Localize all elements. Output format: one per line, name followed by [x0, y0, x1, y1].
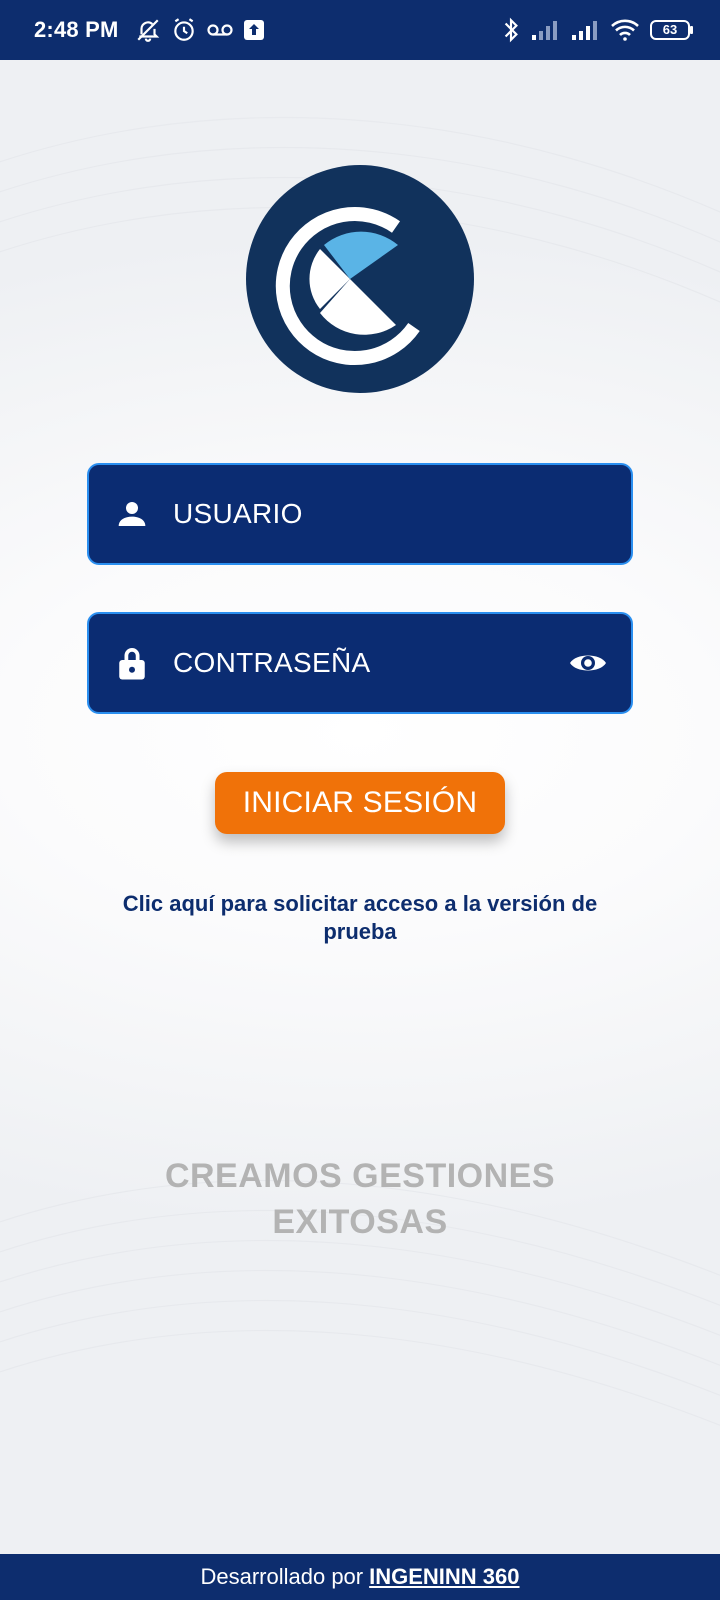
wifi-icon [610, 18, 640, 42]
signal-icon [530, 19, 560, 41]
lock-icon [115, 646, 149, 680]
developer-link[interactable]: INGENINN 360 [369, 1564, 519, 1590]
password-placeholder: CONTRASEÑA [173, 647, 371, 678]
username-field[interactable]: USUARIO [87, 463, 633, 565]
user-icon [115, 497, 149, 531]
muted-bell-icon [135, 17, 161, 43]
slogan: CREAMOS GESTIONES EXITOSAS [164, 1157, 556, 1241]
status-time: 2:48 PM [34, 17, 119, 42]
footer: Desarrollado por INGENINN 360 [0, 1554, 720, 1600]
bluetooth-icon [502, 17, 520, 43]
login-button[interactable]: INICIAR SESIÓN [215, 772, 505, 834]
signal-icon [570, 19, 600, 41]
app-logo [246, 165, 474, 393]
battery-icon: 63 [650, 19, 694, 41]
voicemail-icon [206, 20, 233, 40]
password-field[interactable]: CONTRASEÑA [87, 612, 633, 714]
status-bar: 2:48 PM 63 [0, 0, 720, 60]
trial-access-link[interactable]: Clic aquí para solicitar acceso a la ver… [100, 890, 620, 946]
username-placeholder: USUARIO [173, 498, 303, 529]
upload-icon [243, 19, 265, 41]
battery-level: 63 [662, 22, 678, 37]
show-password-icon[interactable] [567, 642, 609, 684]
footer-prefix: Desarrollado por [200, 1564, 364, 1589]
alarm-icon [171, 17, 197, 43]
